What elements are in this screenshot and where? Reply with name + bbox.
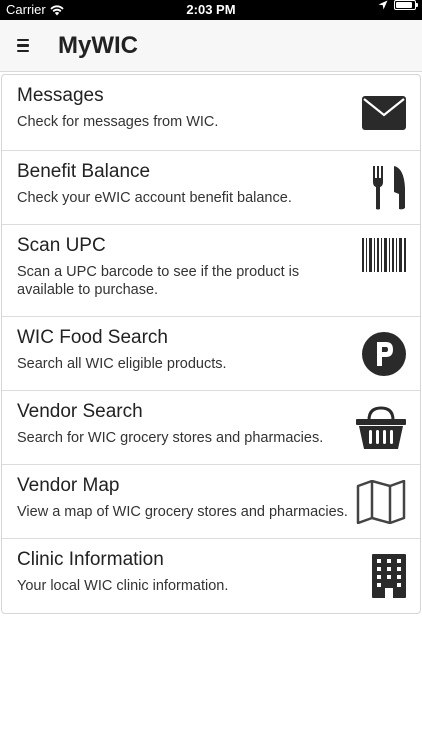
status-time: 2:03 PM <box>186 2 236 17</box>
list-item-scan-upc[interactable]: Scan UPC Scan a UPC barcode to see if th… <box>2 225 420 317</box>
basket-icon <box>356 405 406 449</box>
nav-bar: MyWIC <box>0 20 422 72</box>
list-item-vendor-search[interactable]: Vendor Search Search for WIC grocery sto… <box>2 391 420 465</box>
location-arrow-icon <box>378 0 388 10</box>
battery-icon <box>394 0 418 10</box>
item-title: Benefit Balance <box>17 161 151 182</box>
list-item-clinic-information[interactable]: Clinic Information Your local WIC clinic… <box>2 539 420 613</box>
list-item-messages[interactable]: Messages Check for messages from WIC. <box>2 75 420 151</box>
list-item-benefit-balance[interactable]: Benefit Balance Check your eWIC account … <box>2 151 420 225</box>
item-description: Search all WIC eligible products. <box>17 356 227 372</box>
hamburger-icon[interactable] <box>17 36 37 56</box>
item-title: Vendor Map <box>17 475 120 496</box>
item-description: Check your eWIC account benefit balance. <box>17 190 292 206</box>
envelope-icon <box>362 95 406 130</box>
item-title: Messages <box>17 85 104 106</box>
item-title: Vendor Search <box>17 401 143 422</box>
status-bar: Carrier 2:03 PM <box>0 0 422 20</box>
page-title: MyWIC <box>58 31 138 59</box>
fork-knife-icon <box>373 165 405 209</box>
item-title: WIC Food Search <box>17 327 168 348</box>
item-description: Search for WIC grocery stores and pharma… <box>17 430 324 446</box>
barcode-icon <box>362 238 406 272</box>
building-icon <box>372 554 406 598</box>
item-description: View a map of WIC grocery stores and pha… <box>17 504 348 520</box>
item-description: Check for messages from WIC. <box>17 114 219 130</box>
menu-list: Messages Check for messages from WIC. Be… <box>1 74 421 614</box>
list-item-wic-food-search[interactable]: WIC Food Search Search all WIC eligible … <box>2 317 420 391</box>
item-title: Scan UPC <box>17 235 106 256</box>
item-title: Clinic Information <box>17 549 164 570</box>
list-item-vendor-map[interactable]: Vendor Map View a map of WIC grocery sto… <box>2 465 420 539</box>
map-icon <box>356 479 406 524</box>
p-circle-icon <box>362 331 406 376</box>
item-description: Scan a UPC barcode to see if the product… <box>17 264 300 298</box>
item-description: Your local WIC clinic information. <box>17 578 229 594</box>
